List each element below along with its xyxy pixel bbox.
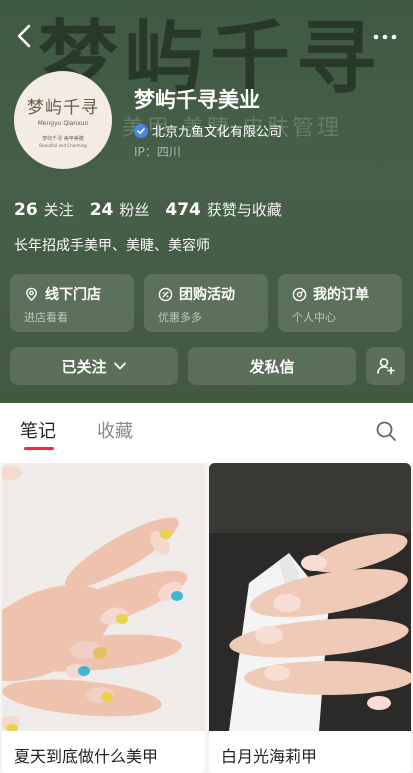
avatar-tagline-en: Beautiful and Charming [39,142,87,148]
tab-notes[interactable]: 笔记 [20,417,56,443]
stat-label: 获赞与收藏 [206,201,282,219]
chevron-down-icon [113,362,126,370]
note-image [2,463,205,731]
follow-label: 已关注 [61,357,107,376]
shop-name: 梦屿千寻美业 [134,88,260,112]
action-row: 已关注 发私信 [10,347,405,385]
ip-location: IP：四川 [134,145,181,159]
group-buy-card[interactable]: 团购活动 优惠多多 [144,274,268,332]
avatar[interactable]: 梦屿千寻 Mengyu Qianxun 梦屿千寻 美甲美睫 Beautiful … [14,71,112,169]
store-card[interactable]: 线下门店 进店看看 [10,274,134,332]
verified-company-name: 北京九鱼文化有限公司 [152,125,283,140]
more-icon[interactable] [371,22,399,50]
orders-card[interactable]: 我的订单 个人中心 [278,274,402,332]
stat-following[interactable]: 26 关注 [14,199,74,220]
message-label: 发私信 [249,357,295,376]
message-button[interactable]: 发私信 [188,347,356,385]
location-icon [26,287,37,301]
stat-label: 关注 [43,201,74,219]
card-subtitle: 优惠多多 [158,311,202,324]
bio: 长年招成手美甲、美睫、美容师 [14,238,210,254]
add-user-icon [376,358,395,375]
card-title: 线下门店 [45,287,101,303]
card-title: 我的订单 [313,287,369,303]
content-panel: 笔记 收藏 夏天到底做什么美甲 白月光海莉甲 [0,403,413,773]
stat-label: 粉丝 [119,201,150,219]
stats-row: 26 关注 24 粉丝 474 获赞与收藏 [14,199,298,220]
note-title: 夏天到底做什么美甲 [14,747,159,766]
stat-likes[interactable]: 474 获赞与收藏 [165,199,282,220]
stat-value: 474 [165,200,201,220]
avatar-name: 梦屿千寻 [27,97,99,118]
verified-company[interactable]: 北京九鱼文化有限公司 [134,121,282,140]
card-subtitle: 进店看看 [24,311,68,324]
avatar-name-en: Mengyu Qianxun [37,119,89,127]
note-card[interactable]: 白月光海莉甲 [209,463,411,773]
notes-grid: 夏天到底做什么美甲 白月光海莉甲 [0,463,413,773]
active-tab-indicator [24,447,54,450]
note-card[interactable]: 夏天到底做什么美甲 [2,463,205,773]
card-title: 团购活动 [179,287,235,303]
note-image [209,463,411,731]
follow-button[interactable]: 已关注 [10,347,178,385]
verified-badge-icon [134,123,148,138]
stat-value: 26 [14,200,38,220]
tab-bar: 笔记 收藏 [0,403,413,458]
search-icon[interactable] [375,420,397,446]
stat-value: 24 [89,200,114,220]
back-icon[interactable] [14,22,36,50]
stat-followers[interactable]: 24 粉丝 [90,199,150,220]
add-friend-button[interactable] [366,347,405,385]
profile-header: 梦屿千寻 美甲 美睫 皮肤管理 梦屿千寻 Mengyu Qianxun 梦屿千寻… [0,0,413,403]
note-title: 白月光海莉甲 [221,747,318,766]
order-icon [292,287,307,301]
service-cards: 线下门店 进店看看 团购活动 优惠多多 我的订单 个人中心 [10,274,402,332]
coupon-icon [158,287,173,301]
avatar-tagline: 梦屿千寻 美甲美睫 [42,135,84,142]
card-subtitle: 个人中心 [292,311,336,324]
tab-favorites[interactable]: 收藏 [97,417,133,443]
